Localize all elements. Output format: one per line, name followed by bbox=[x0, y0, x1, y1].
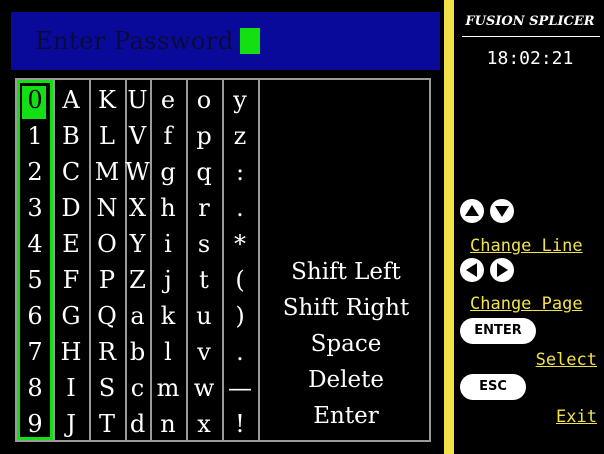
key-button[interactable]: s bbox=[186, 226, 222, 262]
password-placeholder: Enter Password bbox=[35, 27, 234, 55]
key-button[interactable]: O bbox=[89, 226, 125, 262]
action-button[interactable]: Shift Left bbox=[260, 254, 432, 290]
key-button[interactable]: F bbox=[53, 262, 89, 298]
key-button[interactable]: 9 bbox=[17, 406, 53, 442]
key-button[interactable]: — bbox=[222, 370, 258, 406]
key-button[interactable]: c bbox=[125, 370, 150, 406]
key-button[interactable]: J bbox=[53, 406, 89, 442]
down-arrow-icon[interactable] bbox=[490, 199, 514, 223]
key-button[interactable]: i bbox=[150, 226, 186, 262]
key-button[interactable]: X bbox=[125, 190, 150, 226]
key-button[interactable]: j bbox=[150, 262, 186, 298]
key-button[interactable]: Y bbox=[125, 226, 150, 262]
key-button[interactable]: . bbox=[222, 334, 258, 370]
key-button[interactable]: M bbox=[89, 154, 125, 190]
title-rule bbox=[462, 36, 600, 37]
key-button[interactable]: B bbox=[53, 118, 89, 154]
key-button[interactable]: . bbox=[222, 190, 258, 226]
key-button[interactable]: S bbox=[89, 370, 125, 406]
key-button[interactable]: d bbox=[125, 406, 150, 442]
key-button[interactable]: E bbox=[53, 226, 89, 262]
key-button[interactable]: 3 bbox=[17, 190, 53, 226]
key-button[interactable]: r bbox=[186, 190, 222, 226]
enter-button[interactable]: ENTER bbox=[460, 318, 536, 344]
password-field[interactable]: Enter Password bbox=[11, 12, 440, 70]
key-button[interactable]: Q bbox=[89, 298, 125, 334]
right-arrow-icon[interactable] bbox=[490, 258, 514, 282]
key-button[interactable]: z bbox=[222, 118, 258, 154]
left-arrow-icon[interactable] bbox=[460, 258, 484, 282]
key-button[interactable]: t bbox=[186, 262, 222, 298]
key-button[interactable]: q bbox=[186, 154, 222, 190]
key-button[interactable]: I bbox=[53, 370, 89, 406]
action-button[interactable]: Space bbox=[260, 326, 432, 362]
key-button[interactable]: y bbox=[222, 82, 258, 118]
key-button[interactable]: K bbox=[89, 82, 125, 118]
key-button[interactable]: 1 bbox=[17, 118, 53, 154]
exit-label: Exit bbox=[556, 407, 597, 427]
key-button[interactable]: a bbox=[125, 298, 150, 334]
sidebar-divider bbox=[444, 0, 454, 454]
change-line-label: Change Line bbox=[470, 236, 583, 256]
select-label: Select bbox=[535, 350, 597, 370]
key-button[interactable]: h bbox=[150, 190, 186, 226]
key-button[interactable]: G bbox=[53, 298, 89, 334]
key-button[interactable]: l bbox=[150, 334, 186, 370]
key-button[interactable]: C bbox=[53, 154, 89, 190]
key-button[interactable]: ! bbox=[222, 406, 258, 442]
key-button[interactable]: P bbox=[89, 262, 125, 298]
key-button[interactable]: 2 bbox=[17, 154, 53, 190]
action-button[interactable]: Shift Right bbox=[260, 290, 432, 326]
key-button[interactable]: u bbox=[186, 298, 222, 334]
key-button[interactable]: x bbox=[186, 406, 222, 442]
key-button[interactable]: * bbox=[222, 226, 258, 262]
key-button[interactable]: D bbox=[53, 190, 89, 226]
key-button[interactable]: 7 bbox=[17, 334, 53, 370]
key-button[interactable]: H bbox=[53, 334, 89, 370]
key-button[interactable]: b bbox=[125, 334, 150, 370]
key-button[interactable]: U bbox=[125, 82, 150, 118]
key-button[interactable]: p bbox=[186, 118, 222, 154]
clock: 18:02:21 bbox=[486, 48, 574, 69]
key-button[interactable]: m bbox=[150, 370, 186, 406]
change-page-label: Change Page bbox=[470, 294, 583, 314]
key-button[interactable]: L bbox=[89, 118, 125, 154]
key-button[interactable]: 5 bbox=[17, 262, 53, 298]
key-button[interactable]: 4 bbox=[17, 226, 53, 262]
key-button[interactable]: R bbox=[89, 334, 125, 370]
key-button[interactable]: o bbox=[186, 82, 222, 118]
action-button[interactable]: Delete bbox=[260, 362, 432, 398]
key-button[interactable]: ( bbox=[222, 262, 258, 298]
key-button[interactable]: A bbox=[53, 82, 89, 118]
key-button[interactable]: N bbox=[89, 190, 125, 226]
key-button[interactable]: v bbox=[186, 334, 222, 370]
key-button[interactable]: w bbox=[186, 370, 222, 406]
action-button[interactable]: Enter bbox=[260, 398, 432, 434]
key-button[interactable]: 6 bbox=[17, 298, 53, 334]
device-title: FUSION SPLICER bbox=[465, 14, 595, 29]
key-button[interactable]: n bbox=[150, 406, 186, 442]
key-button[interactable]: g bbox=[150, 154, 186, 190]
key-button[interactable]: f bbox=[150, 118, 186, 154]
key-button[interactable]: Z bbox=[125, 262, 150, 298]
key-button[interactable]: W bbox=[125, 154, 150, 190]
key-button[interactable]: T bbox=[89, 406, 125, 442]
key-button[interactable]: 0 bbox=[17, 82, 53, 118]
key-button[interactable]: V bbox=[125, 118, 150, 154]
key-button[interactable]: e bbox=[150, 82, 186, 118]
key-button[interactable]: 8 bbox=[17, 370, 53, 406]
key-button[interactable]: ) bbox=[222, 298, 258, 334]
esc-button[interactable]: ESC bbox=[460, 374, 526, 400]
text-cursor bbox=[239, 28, 260, 54]
key-button[interactable]: : bbox=[222, 154, 258, 190]
up-arrow-icon[interactable] bbox=[460, 199, 484, 223]
key-button[interactable]: k bbox=[150, 298, 186, 334]
